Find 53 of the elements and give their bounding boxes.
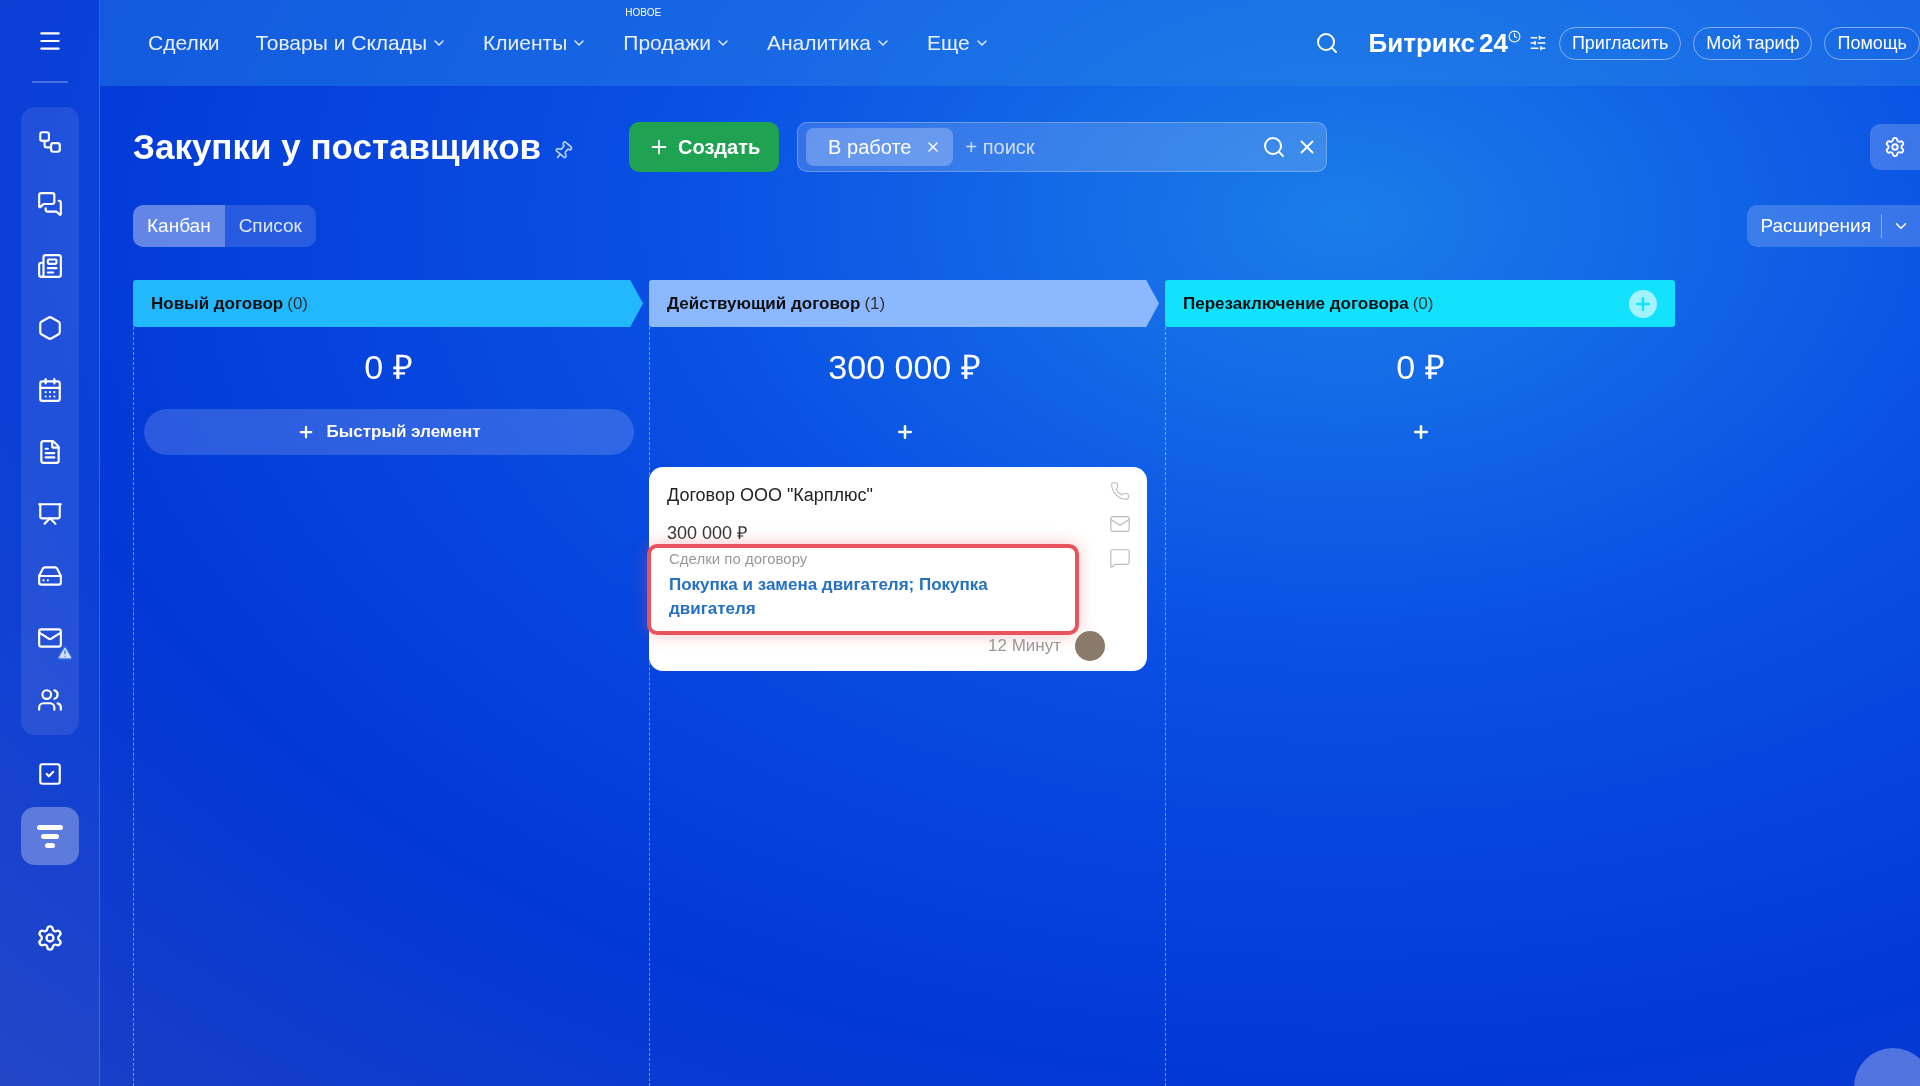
sidebar-app-icon [36,129,63,155]
gear-icon [1884,136,1906,158]
stage-name: Новый договор [151,293,284,314]
view-tab[interactable]: Канбан [133,205,225,247]
sidebar-app-icon [36,625,63,651]
gear-icon [35,924,64,952]
clock-icon [1507,29,1521,43]
card-time: 12 Минут [988,635,1061,656]
nav-link[interactable]: Товары и Склады [255,31,448,55]
stage-count: (0) [287,293,308,314]
stage-name: Перезаключение договора [1183,293,1409,314]
avatar [1075,630,1105,661]
settings-button[interactable] [1870,124,1920,170]
pin-icon[interactable] [553,141,574,161]
create-button[interactable]: Создать [629,122,780,172]
page-title: Закупки у поставщиков [133,127,542,167]
stage-sum: 0 ₽ [364,347,413,388]
sliders-button[interactable] [1528,34,1547,52]
stage-count: (0) [1412,293,1434,314]
warning-icon [56,645,73,661]
deal-card[interactable]: Договор ООО "Карплюс" 300 000 ₽ Сделки по договору Покупка и замена двигателя; Покупка двигателя 12 Минут [649,467,1147,671]
sidebar-app-icon [36,191,63,217]
stage-name: Действующий договор [667,293,861,314]
sidebar-app-icon [36,501,63,527]
sidebar-app-icon [36,253,63,279]
search-button[interactable] [1314,31,1339,55]
sidebar-app-icon [36,377,63,403]
sidebar-app-icon [36,761,63,787]
deals-link[interactable]: Покупка и замена двигателя; Покупка двигателя [669,573,1065,621]
card-amount: 300 000 ₽ [667,522,749,544]
logo-number: 24 [1478,27,1508,59]
logo-text: Битрикс [1368,27,1475,59]
field-label: Сделки по договору [669,550,809,567]
sidebar-app-icon [36,563,63,589]
extensions-button[interactable]: Расширения [1746,205,1920,247]
sidebar-app-icon [36,687,63,713]
funnel-icon [35,823,64,849]
sidebar-app-icon [36,315,63,341]
view-tab[interactable]: Список [224,205,316,247]
new-label: НОВОЕ [625,7,662,18]
filter-tag[interactable]: В работе [806,128,954,166]
nav-link[interactable]: Клиенты [483,31,588,55]
quick-add-button[interactable]: Быстрый элемент [143,409,634,455]
sidebar-item[interactable] [20,807,79,865]
nav-link[interactable]: Сделки [148,31,220,55]
search-icon[interactable] [1262,135,1287,159]
stage-sum: 0 ₽ [1396,347,1445,388]
nav-link[interactable]: Аналитика [767,31,891,55]
card-title: Договор ООО "Карплюс" [667,485,874,506]
filter-search-field[interactable]: В работе + поиск [797,122,1328,172]
stage-sum: 300 000 ₽ [828,347,981,388]
stage-count: (1) [864,293,886,314]
nav-link[interactable]: Еще [926,31,990,55]
